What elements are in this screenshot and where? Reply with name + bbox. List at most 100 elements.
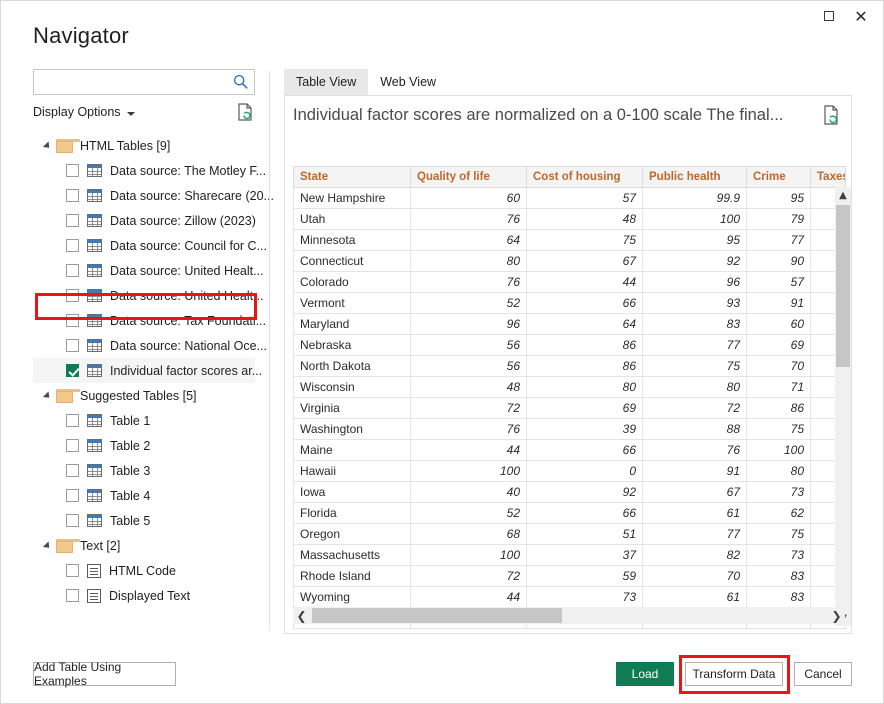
- scroll-right-arrow-icon[interactable]: ❯: [828, 607, 845, 624]
- tab-table-view-label: Table View: [296, 75, 356, 89]
- tree-item[interactable]: Data source: The Motley F...: [33, 158, 255, 183]
- table-row: Vermont52669391: [294, 293, 846, 314]
- column-header-quality-of-life[interactable]: Quality of life: [411, 167, 527, 188]
- cell-value: 52: [411, 293, 527, 314]
- tree-item-checkbox[interactable]: [66, 489, 79, 502]
- refresh-document-icon[interactable]: [235, 102, 255, 122]
- tree-item-checkbox[interactable]: [66, 339, 79, 352]
- tab-table-view[interactable]: Table View: [284, 69, 368, 95]
- tree-item-checkbox[interactable]: [66, 164, 79, 177]
- tab-web-view-label: Web View: [380, 75, 436, 89]
- vertical-scroll-thumb[interactable]: [836, 205, 850, 367]
- tree-item-label: Data source: Council for C...: [110, 239, 267, 253]
- tree-item[interactable]: Displayed Text: [33, 583, 255, 608]
- tree-item[interactable]: Data source: Tax Foundati...: [33, 308, 255, 333]
- table-icon: [87, 214, 102, 227]
- cell-value: 82: [643, 545, 747, 566]
- cell-state: Wisconsin: [294, 377, 411, 398]
- cell-value: 48: [411, 377, 527, 398]
- tree-item-checkbox[interactable]: [66, 239, 79, 252]
- search-input[interactable]: [34, 70, 230, 94]
- display-options-button[interactable]: Display Options: [33, 105, 135, 119]
- tree-item-checkbox[interactable]: [66, 564, 79, 577]
- cell-value: 100: [643, 209, 747, 230]
- expander-icon[interactable]: [41, 540, 53, 552]
- cell-value: 44: [411, 440, 527, 461]
- table-row: Hawaii10009180: [294, 461, 846, 482]
- close-window-button[interactable]: ✕: [847, 5, 875, 27]
- expander-icon[interactable]: [41, 140, 53, 152]
- tree-item[interactable]: Data source: United Healt...: [33, 283, 255, 308]
- cell-value: 75: [643, 356, 747, 377]
- column-header-cost-of-housing[interactable]: Cost of housing: [527, 167, 643, 188]
- tree-group-html-tables-9[interactable]: HTML Tables [9]: [33, 133, 255, 158]
- scroll-left-arrow-icon[interactable]: ❮: [293, 607, 310, 624]
- refresh-document-icon[interactable]: [821, 104, 841, 126]
- cell-value: 66: [527, 503, 643, 524]
- tree-item-checkbox[interactable]: [66, 214, 79, 227]
- tree-item-checkbox[interactable]: [66, 439, 79, 452]
- tree-item[interactable]: Table 5: [33, 508, 255, 533]
- tree-group-suggested-tables-5[interactable]: Suggested Tables [5]: [33, 383, 255, 408]
- load-button[interactable]: Load: [616, 662, 674, 686]
- tree-item-checkbox[interactable]: [66, 289, 79, 302]
- search-icon[interactable]: [232, 73, 250, 91]
- table-row: Iowa40926773: [294, 482, 846, 503]
- tree-item[interactable]: Data source: Council for C...: [33, 233, 255, 258]
- table-row: Wyoming44736183: [294, 587, 846, 608]
- tree-item-checkbox[interactable]: [66, 189, 79, 202]
- preview-pane: Table View Web View Individual factor sc…: [284, 69, 852, 634]
- folder-icon: [56, 389, 73, 403]
- tree-item[interactable]: Data source: Sharecare (20...: [33, 183, 255, 208]
- tree-item-checkbox[interactable]: [66, 589, 79, 602]
- cell-value: 44: [527, 272, 643, 293]
- cell-value: 44: [411, 587, 527, 608]
- horizontal-scrollbar[interactable]: ❮ ❯: [293, 607, 845, 624]
- cell-state: Utah: [294, 209, 411, 230]
- table-body: New Hampshire605799.995Utah764810079Minn…: [294, 188, 846, 629]
- tree-item[interactable]: HTML Code: [33, 558, 255, 583]
- tree-item-checkbox[interactable]: [66, 464, 79, 477]
- transform-data-button[interactable]: Transform Data: [685, 662, 783, 686]
- add-table-using-examples-button[interactable]: Add Table Using Examples: [33, 662, 176, 686]
- tree-item-checkbox[interactable]: [66, 364, 79, 377]
- navigator-dialog: ✕ Navigator Display Options HTML Ta: [0, 0, 884, 704]
- tree-item-checkbox[interactable]: [66, 414, 79, 427]
- expander-icon[interactable]: [41, 390, 53, 402]
- cell-value: 77: [643, 524, 747, 545]
- cell-value: 72: [411, 398, 527, 419]
- cell-value: 83: [643, 314, 747, 335]
- cell-value: 57: [747, 272, 811, 293]
- tree-item[interactable]: Table 2: [33, 433, 255, 458]
- search-box[interactable]: [33, 69, 255, 95]
- cell-value: 76: [411, 419, 527, 440]
- tab-web-view[interactable]: Web View: [368, 69, 448, 95]
- cell-state: North Dakota: [294, 356, 411, 377]
- tree-group-text-2[interactable]: Text [2]: [33, 533, 255, 558]
- tree-item[interactable]: Table 1: [33, 408, 255, 433]
- tree-item-checkbox[interactable]: [66, 314, 79, 327]
- preview-tabs: Table View Web View: [284, 69, 448, 95]
- column-header-taxes[interactable]: Taxes: [811, 167, 846, 188]
- horizontal-scroll-thumb[interactable]: [312, 608, 562, 623]
- tree-item-checkbox[interactable]: [66, 514, 79, 527]
- column-header-crime[interactable]: Crime: [747, 167, 811, 188]
- tree-item[interactable]: Data source: National Oce...: [33, 333, 255, 358]
- tree-item-checkbox[interactable]: [66, 264, 79, 277]
- tree-item[interactable]: Data source: United Healt...: [33, 258, 255, 283]
- cell-state: Virginia: [294, 398, 411, 419]
- restore-window-button[interactable]: [815, 5, 843, 27]
- cell-state: Wyoming: [294, 587, 411, 608]
- cancel-button[interactable]: Cancel: [794, 662, 852, 686]
- tree-item[interactable]: Individual factor scores ar...: [33, 358, 255, 383]
- column-header-public-health[interactable]: Public health: [643, 167, 747, 188]
- cell-value: 67: [643, 482, 747, 503]
- scroll-up-arrow-icon[interactable]: ▲: [835, 187, 851, 203]
- tree-item[interactable]: Table 3: [33, 458, 255, 483]
- vertical-scrollbar[interactable]: ▲ ▼: [835, 187, 851, 626]
- tree-item[interactable]: Data source: Zillow (2023): [33, 208, 255, 233]
- column-header-state[interactable]: State: [294, 167, 411, 188]
- tree-item[interactable]: Table 4: [33, 483, 255, 508]
- tree-item-label: Data source: United Healt...: [110, 264, 264, 278]
- table-icon: [87, 364, 102, 377]
